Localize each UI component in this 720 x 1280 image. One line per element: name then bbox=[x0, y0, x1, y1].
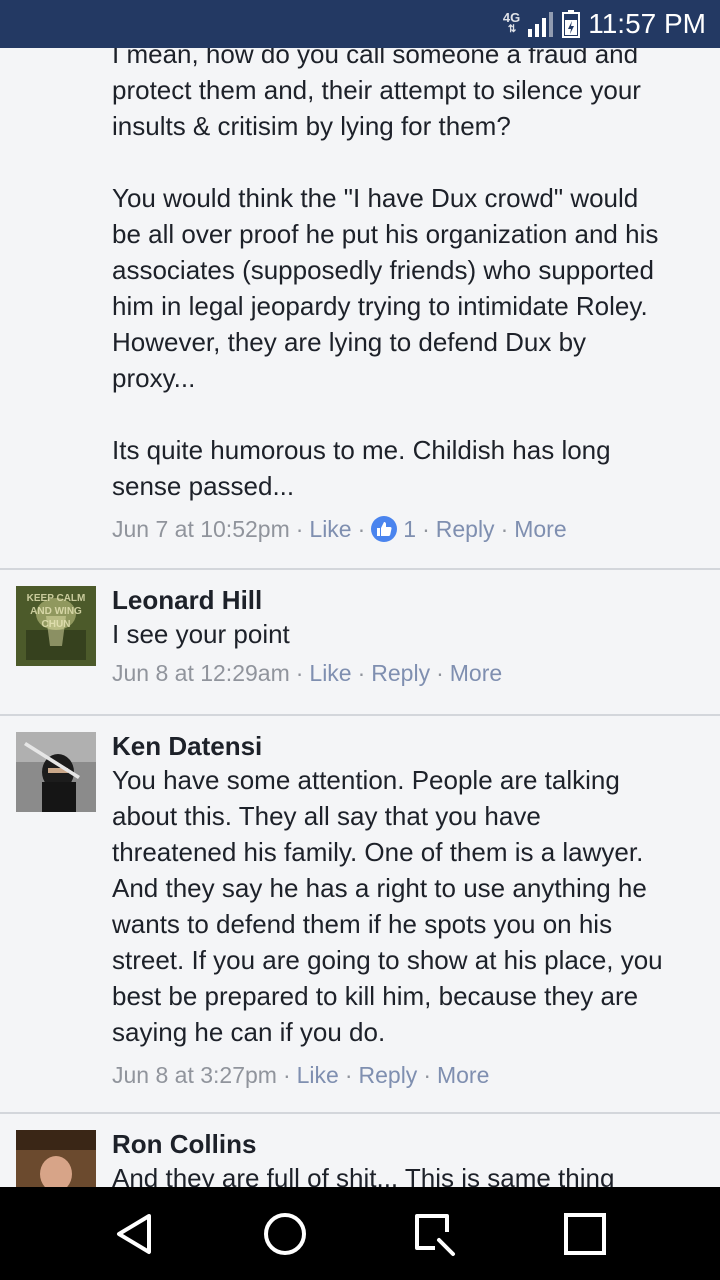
reply-link[interactable]: Reply bbox=[359, 1060, 418, 1090]
avatar-image bbox=[16, 732, 96, 812]
separator: · bbox=[344, 1062, 353, 1088]
comment: Ron Collins And they are full of shit...… bbox=[0, 1114, 720, 1187]
more-link[interactable]: More bbox=[437, 1060, 489, 1090]
data-arrows-icon: ⇅ bbox=[507, 24, 516, 35]
more-link[interactable]: More bbox=[514, 514, 566, 544]
like-link[interactable]: Like bbox=[297, 1060, 339, 1090]
reply-link[interactable]: Reply bbox=[371, 658, 430, 688]
clock: 11:57 PM bbox=[588, 8, 706, 39]
comment-meta: Jun 8 at 12:29am · Like · Reply · More bbox=[112, 658, 706, 688]
avatar[interactable]: KEEP CALM AND WING CHUN bbox=[16, 586, 96, 666]
comment-text: I see your point bbox=[112, 619, 290, 649]
comment-author[interactable]: Leonard Hill bbox=[112, 584, 706, 616]
like-link[interactable]: Like bbox=[309, 514, 351, 544]
network-label: 4G bbox=[502, 10, 521, 25]
like-count[interactable]: 1 bbox=[403, 514, 416, 544]
comment-meta: Jun 7 at 10:52pm · Like · 1 · Reply · Mo… bbox=[112, 514, 706, 544]
comment-meta: Jun 8 at 3:27pm · Like · Reply · More bbox=[112, 1060, 706, 1090]
comment-timestamp: Jun 8 at 3:27pm bbox=[112, 1062, 277, 1088]
comment-feed[interactable]: I mean, how do you call someone a fraud … bbox=[0, 48, 720, 1187]
comment: Ken Datensi You have some attention. Peo… bbox=[0, 716, 720, 1112]
comment-author[interactable]: Ken Datensi bbox=[112, 730, 706, 762]
recents-button[interactable] bbox=[405, 1204, 465, 1264]
separator: · bbox=[500, 516, 509, 542]
separator: · bbox=[295, 660, 304, 686]
comment-timestamp: Jun 8 at 12:29am bbox=[112, 660, 290, 686]
navigation-bar bbox=[0, 1187, 720, 1280]
separator: · bbox=[436, 660, 444, 686]
comment-timestamp: Jun 7 at 10:52pm bbox=[112, 516, 290, 542]
more-link[interactable]: More bbox=[450, 658, 502, 688]
network-indicator: 4G ⇅ bbox=[502, 10, 521, 36]
separator: · bbox=[357, 516, 366, 542]
recents-icon bbox=[415, 1213, 455, 1256]
avatar-image bbox=[16, 1130, 96, 1187]
separator: · bbox=[423, 1062, 431, 1088]
thumbs-up-icon bbox=[371, 516, 398, 542]
notifications-button[interactable] bbox=[555, 1204, 615, 1264]
signal-icon bbox=[528, 12, 554, 37]
comment-text: I mean, how do you call someone a fraud … bbox=[112, 48, 659, 501]
comment: KEEP CALM AND WING CHUN Leonard Hill I s… bbox=[0, 570, 720, 715]
separator: · bbox=[422, 516, 430, 542]
back-button[interactable] bbox=[105, 1204, 165, 1264]
home-button[interactable] bbox=[255, 1204, 315, 1264]
back-icon bbox=[117, 1213, 151, 1254]
like-link[interactable]: Like bbox=[309, 658, 351, 688]
comment-text: And they are full of shit... This is sam… bbox=[112, 1163, 615, 1187]
square-icon bbox=[564, 1212, 606, 1255]
home-icon bbox=[264, 1212, 306, 1255]
separator: · bbox=[357, 660, 366, 686]
comment-text: You have some attention. People are talk… bbox=[112, 765, 663, 1047]
avatar-caption: KEEP CALM AND WING CHUN bbox=[26, 593, 86, 630]
avatar[interactable] bbox=[16, 732, 96, 812]
separator: · bbox=[295, 516, 304, 542]
battery-icon bbox=[562, 10, 581, 38]
reply-link[interactable]: Reply bbox=[436, 514, 495, 544]
avatar[interactable] bbox=[16, 1130, 96, 1187]
status-bar: 4G ⇅ 11:57 PM bbox=[0, 0, 720, 48]
separator: · bbox=[282, 1062, 291, 1088]
comment: I mean, how do you call someone a fraud … bbox=[0, 48, 720, 568]
comment-author[interactable]: Ron Collins bbox=[112, 1128, 706, 1160]
